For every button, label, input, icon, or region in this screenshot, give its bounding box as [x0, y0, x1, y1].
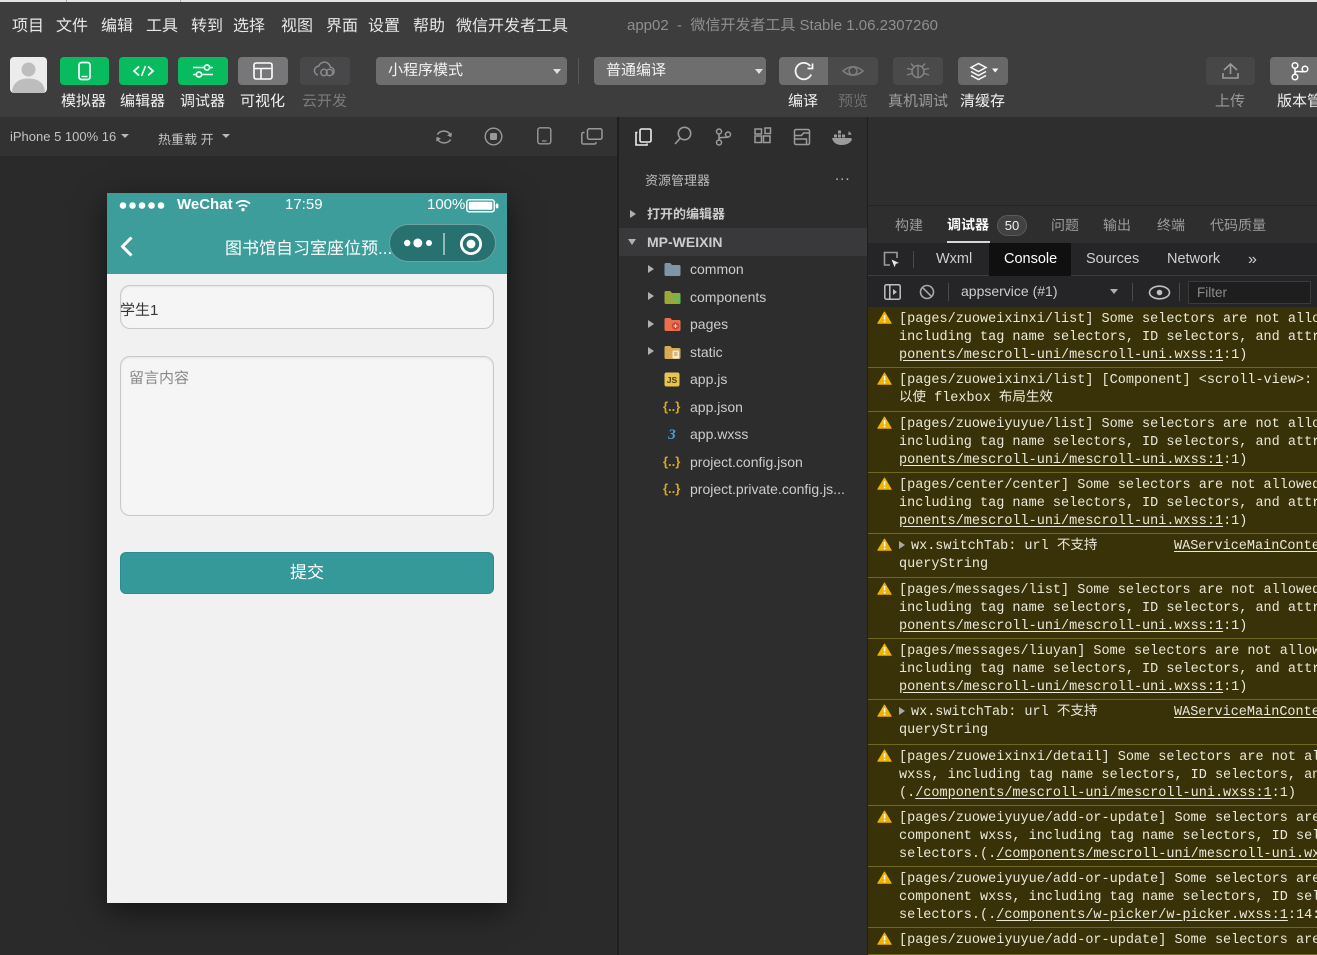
svg-text:3: 3 — [667, 427, 676, 442]
svg-text:JS: JS — [667, 375, 678, 385]
